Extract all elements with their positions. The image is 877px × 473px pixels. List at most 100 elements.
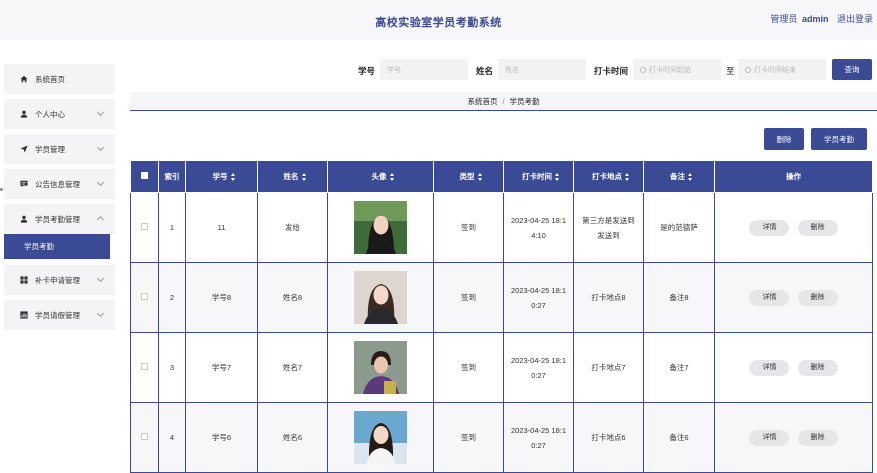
avatar	[354, 411, 407, 464]
attendance-table: 索引 学号 姓名 头像 类型 打卡时间 打卡地点 备注 操作 1 11 发给 签…	[130, 160, 873, 473]
row-delete-button[interactable]: 删除	[797, 220, 838, 236]
sidebar-item-label: 公告信息管理	[35, 179, 80, 189]
column-header[interactable]: 打卡时间	[503, 160, 574, 193]
detail-button[interactable]: 详情	[749, 430, 790, 446]
sidebar: 系统首页 个人中心 学员管理 公告信息管理 学员考勤管理 学员考勤 补卡申请管理…	[0, 64, 118, 335]
end-time-input[interactable]: 打卡时间结束	[738, 59, 826, 80]
column-header: 索引	[158, 160, 186, 193]
sidebar-item-students[interactable]: 学员管理	[4, 134, 115, 164]
cell-place: 打卡地点6	[573, 402, 644, 473]
start-time-input[interactable]: 打卡时间起始	[633, 59, 721, 80]
cell-name: 发给	[257, 192, 328, 263]
row-delete-button[interactable]: 删除	[797, 290, 838, 306]
row-delete-button[interactable]: 删除	[797, 360, 838, 376]
chart-icon	[20, 311, 28, 319]
cell-index: 3	[158, 332, 186, 403]
cell-type: 签到	[433, 332, 504, 403]
name-placeholder: 姓名	[505, 66, 519, 74]
column-header[interactable]: 打卡地点	[573, 160, 644, 193]
cell-time: 2023-04-25 18:1 0:27	[503, 402, 574, 473]
sidebar-item-announcements[interactable]: 公告信息管理	[4, 169, 115, 199]
detail-button[interactable]: 详情	[749, 290, 790, 306]
search-bar: 学号 学号 姓名 姓名 打卡时间 打卡时间起始 至 打卡时间结束 查询	[0, 59, 877, 81]
range-to-label: 至	[726, 66, 735, 76]
sidebar-item-label: 学员考勤管理	[35, 214, 80, 224]
sidebar-item-label: 学员请假管理	[35, 310, 80, 320]
select-all-checkbox[interactable]	[141, 172, 148, 179]
cell-place: 打卡地点7	[573, 332, 644, 403]
avatar	[354, 341, 407, 394]
sidebar-item-attendance-mgmt[interactable]: 学员考勤管理	[4, 204, 115, 234]
chevron-down-icon	[96, 274, 105, 283]
cell-student-id: 学号6	[185, 402, 258, 473]
app-title: 高校实验室学员考勤系统	[375, 17, 502, 29]
avatar	[354, 271, 407, 324]
breadcrumb-home[interactable]: 系统首页	[467, 96, 497, 107]
row-checkbox[interactable]	[141, 363, 148, 370]
column-header[interactable]: 备注	[643, 160, 715, 193]
cell-time: 2023-04-25 18:1 4:10	[503, 192, 574, 263]
student-id-label: 学号	[358, 66, 376, 76]
name-input[interactable]: 姓名	[498, 59, 586, 80]
student-id-placeholder: 学号	[387, 66, 401, 74]
detail-button[interactable]: 详情	[749, 220, 790, 236]
cell-note: 备注7	[643, 332, 715, 403]
sidebar-item-makeup-requests[interactable]: 补卡申请管理	[4, 265, 115, 295]
sidebar-item-leave-mgmt[interactable]: 学员请假管理	[4, 300, 115, 330]
chevron-down-icon	[96, 178, 105, 187]
column-header[interactable]: 姓名	[257, 160, 328, 193]
column-header: 操作	[714, 160, 873, 193]
cell-name: 姓名8	[257, 262, 328, 333]
cell-note: 是的范德萨	[643, 192, 715, 263]
table-row: 1 11 发给 签到 2023-04-25 18:1 4:10 第三方是发送到 发送…	[130, 192, 873, 263]
row-checkbox[interactable]	[141, 223, 148, 230]
breadcrumb-current: 学员考勤	[509, 96, 540, 106]
sidebar-item-label: 个人中心	[35, 109, 65, 119]
cell-time: 2023-04-25 18:1 0:27	[503, 262, 574, 333]
attendance-button[interactable]: 学员考勤	[811, 128, 867, 150]
column-header[interactable]: 头像	[327, 160, 434, 193]
breadcrumb: 系统首页 / 学员考勤	[130, 92, 877, 111]
cell-place: 打卡地点8	[573, 262, 644, 333]
user-icon	[20, 110, 28, 118]
logout-link[interactable]: 退出登录	[837, 14, 873, 24]
cell-student-id: 学号8	[185, 262, 258, 333]
start-time-placeholder: 打卡时间起始	[649, 66, 691, 74]
student-id-input[interactable]: 学号	[380, 59, 468, 80]
time-label: 打卡时间	[594, 66, 629, 76]
avatar	[354, 201, 407, 254]
cell-note: 备注8	[643, 262, 715, 333]
top-header: 高校实验室学员考勤系统 管理员 admin 退出登录	[0, 0, 877, 40]
cell-name: 姓名7	[257, 332, 328, 403]
sidebar-item-profile[interactable]: 个人中心	[4, 99, 115, 129]
row-delete-button[interactable]: 删除	[797, 430, 838, 446]
table-row: 2 学号8 姓名8 签到 2023-04-25 18:1 0:27 打卡地点8 备…	[130, 262, 873, 333]
breadcrumb-separator: /	[502, 96, 505, 106]
user-area: 管理员 admin 退出登录	[770, 12, 873, 25]
detail-button[interactable]: 详情	[749, 360, 790, 376]
clock-icon	[745, 66, 751, 73]
sidebar-subitem-attendance[interactable]: 学员考勤	[4, 234, 110, 259]
chevron-up-icon	[96, 215, 105, 224]
table-header-row: 索引 学号 姓名 头像 类型 打卡时间 打卡地点 备注 操作	[130, 160, 873, 193]
column-header[interactable]: 类型	[433, 160, 504, 193]
cell-place: 第三方是发送到 发送到	[573, 192, 644, 263]
chevron-down-icon	[96, 108, 105, 117]
end-time-placeholder: 打卡时间结束	[754, 66, 796, 74]
column-header[interactable]: 学号	[185, 160, 258, 193]
delete-button[interactable]: 删除	[764, 128, 804, 150]
row-checkbox[interactable]	[141, 433, 148, 440]
clock-icon	[640, 66, 646, 73]
user-icon	[20, 215, 28, 223]
query-button[interactable]: 查询	[832, 59, 872, 80]
cell-time: 2023-04-25 18:1 0:27	[503, 332, 574, 403]
cell-type: 签到	[433, 192, 504, 263]
name-label: 姓名	[476, 66, 494, 76]
row-checkbox[interactable]	[141, 293, 148, 300]
select-all-header	[130, 160, 159, 193]
table-row: 4 学号6 姓名6 签到 2023-04-25 18:1 0:27 打卡地点6 备…	[130, 402, 873, 473]
cell-index: 4	[158, 402, 186, 473]
cell-student-id: 11	[185, 192, 258, 263]
chevron-down-icon	[96, 309, 105, 318]
cell-index: 2	[158, 262, 186, 333]
